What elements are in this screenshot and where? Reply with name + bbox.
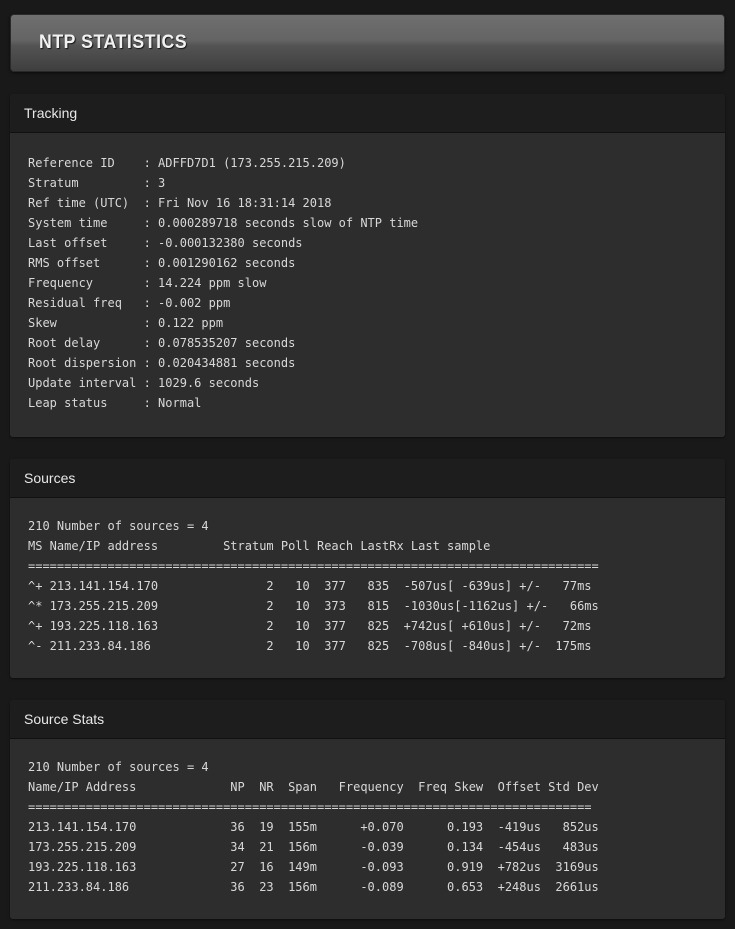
panel-source-stats-header: Source Stats bbox=[10, 700, 725, 739]
page-title: NTP STATISTICS bbox=[39, 32, 187, 54]
panel-source-stats-body: 210 Number of sources = 4 Name/IP Addres… bbox=[10, 739, 725, 919]
panel-sources: Sources 210 Number of sources = 4 MS Nam… bbox=[10, 459, 725, 678]
panel-sources-body: 210 Number of sources = 4 MS Name/IP add… bbox=[10, 498, 725, 678]
panel-tracking-header: Tracking bbox=[10, 94, 725, 133]
panel-sources-header: Sources bbox=[10, 459, 725, 498]
page-container: NTP STATISTICS Tracking Reference ID : A… bbox=[0, 0, 735, 929]
panel-tracking-body: Reference ID : ADFFD7D1 (173.255.215.209… bbox=[10, 133, 725, 437]
source-stats-console-output: 210 Number of sources = 4 Name/IP Addres… bbox=[28, 757, 707, 897]
tracking-console-output: Reference ID : ADFFD7D1 (173.255.215.209… bbox=[28, 153, 707, 413]
panel-tracking: Tracking Reference ID : ADFFD7D1 (173.25… bbox=[10, 94, 725, 437]
title-bar: NTP STATISTICS bbox=[10, 14, 725, 72]
sources-console-output: 210 Number of sources = 4 MS Name/IP add… bbox=[28, 516, 707, 656]
panel-source-stats: Source Stats 210 Number of sources = 4 N… bbox=[10, 700, 725, 919]
